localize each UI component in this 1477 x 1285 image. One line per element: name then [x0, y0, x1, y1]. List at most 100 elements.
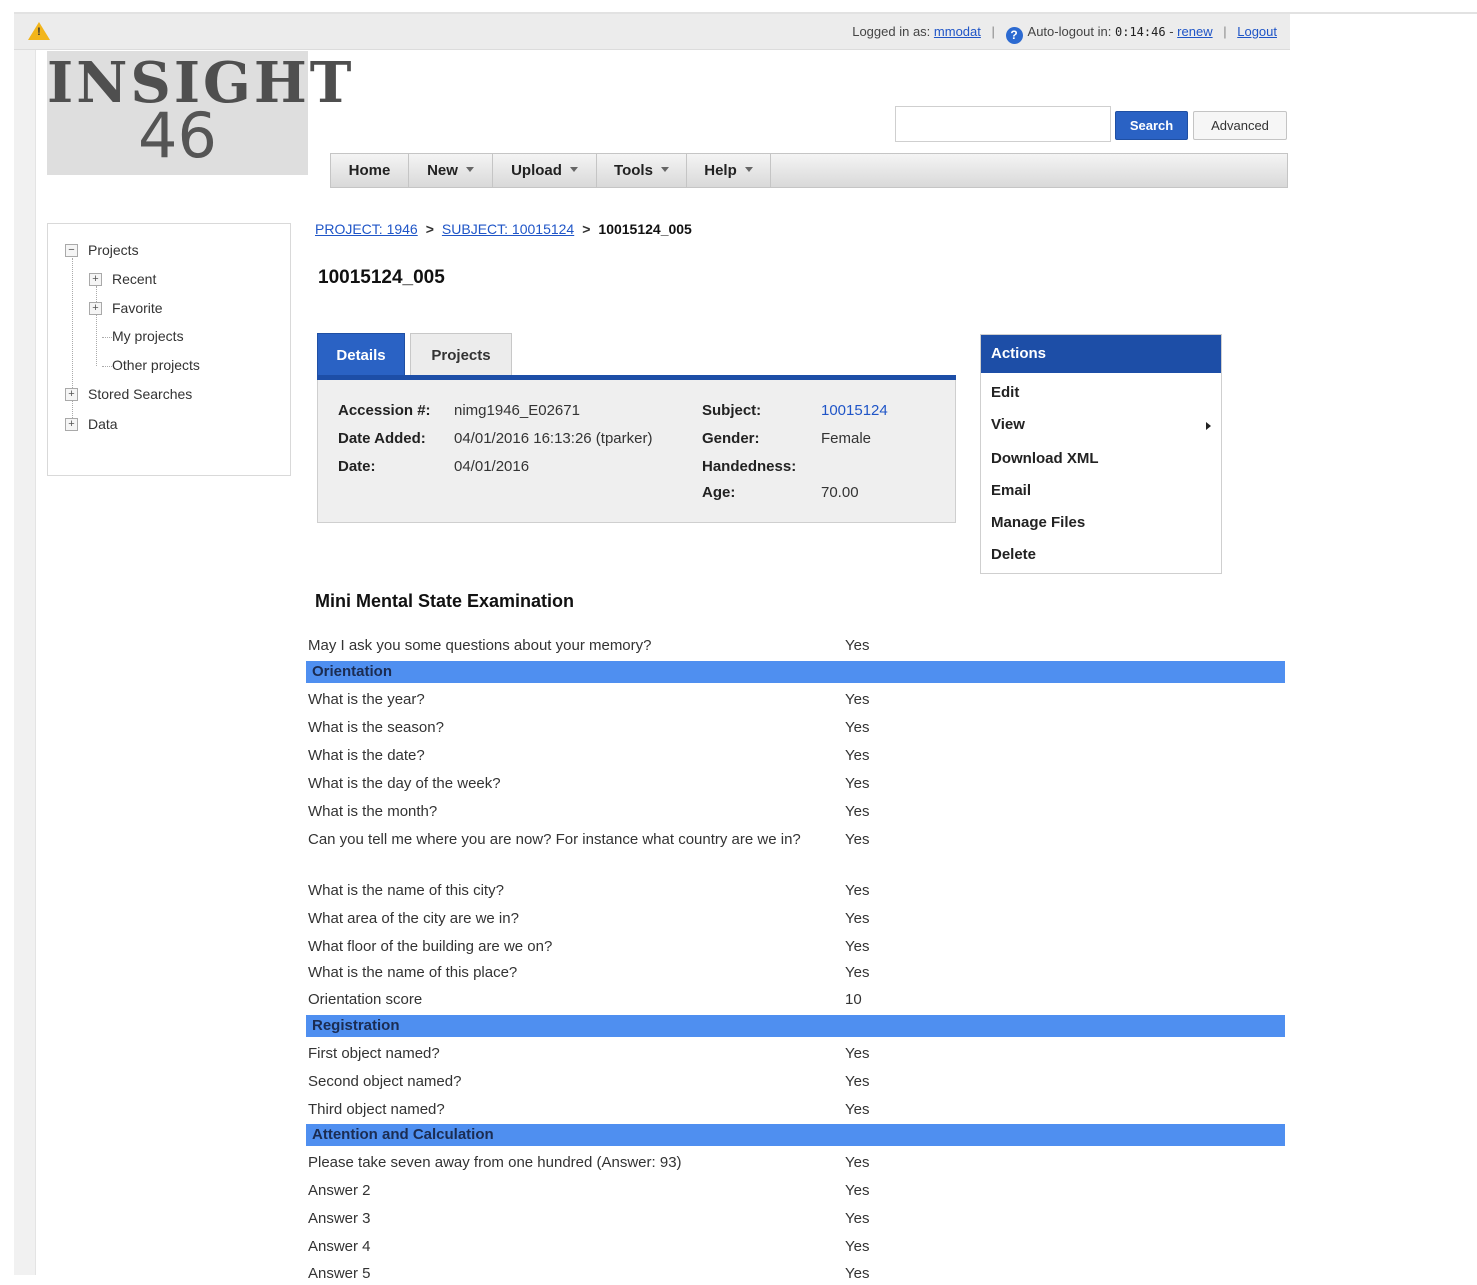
- nav-home[interactable]: Home: [331, 154, 409, 187]
- action-download-xml[interactable]: Download XML: [991, 450, 1099, 467]
- tree-line: [72, 258, 73, 430]
- tree-item-favorite[interactable]: Favorite: [112, 299, 163, 317]
- logout-link[interactable]: Logout: [1237, 24, 1277, 39]
- mmse-title: Mini Mental State Examination: [315, 591, 575, 611]
- mmse-answer: Yes: [845, 938, 870, 955]
- handedness-label: Handedness:: [702, 458, 797, 475]
- action-email[interactable]: Email: [991, 482, 1031, 499]
- mmse-answer: Yes: [845, 1238, 870, 1255]
- mmse-answer: Yes: [845, 831, 870, 848]
- warning-icon-mark: !: [37, 26, 41, 38]
- mmse-question: What is the year?: [308, 691, 425, 708]
- breadcrumb-subject-link[interactable]: SUBJECT: 10015124: [442, 221, 574, 237]
- expand-icon[interactable]: +: [65, 388, 78, 401]
- nav-home-label: Home: [348, 162, 391, 179]
- breadcrumb: PROJECT: 1946 > SUBJECT: 10015124 >10015124…: [315, 221, 692, 237]
- search-input[interactable]: [895, 106, 1111, 142]
- tree-item-stored-searches[interactable]: Stored Searches: [88, 385, 192, 403]
- action-edit[interactable]: Edit: [991, 384, 1019, 401]
- nav-new-label: New: [427, 162, 458, 179]
- actions-title: Actions: [981, 335, 1221, 373]
- page-left-gutter: [14, 14, 36, 1275]
- mmse-question: Answer 5: [308, 1265, 371, 1282]
- tree-item-recent[interactable]: Recent: [112, 270, 156, 288]
- chevron-down-icon: [569, 167, 578, 172]
- mmse-question: What area of the city are we in?: [308, 910, 519, 927]
- username-link[interactable]: mmodat: [934, 24, 981, 39]
- mmse-question: What is the month?: [308, 803, 438, 820]
- mmse-question: Please take seven away from one hundred …: [308, 1154, 682, 1171]
- chevron-right-icon: [1206, 422, 1211, 430]
- advanced-search-button[interactable]: Advanced: [1193, 111, 1287, 140]
- mmse-answer: Yes: [845, 775, 870, 792]
- tree-line: [102, 366, 112, 367]
- age-label: Age:: [702, 484, 736, 501]
- insight46-logo[interactable]: INSIGHT 46: [47, 51, 351, 175]
- mmse-answer: Yes: [845, 1154, 870, 1171]
- renew-link[interactable]: renew: [1177, 24, 1212, 39]
- tab-projects[interactable]: Projects: [410, 333, 512, 377]
- session-status: Logged in as: mmodat | ? Auto-logout in: …: [852, 24, 1277, 44]
- tree-item-other-projects[interactable]: Other projects: [112, 356, 200, 374]
- expand-icon[interactable]: +: [89, 302, 102, 315]
- chevron-down-icon: [744, 167, 753, 172]
- autologout-label: Auto-logout in:: [1027, 24, 1112, 39]
- action-manage-files[interactable]: Manage Files: [991, 514, 1085, 531]
- dash: -: [1169, 24, 1174, 39]
- tree-line: [102, 337, 112, 338]
- expand-icon[interactable]: +: [65, 418, 78, 431]
- mmse-answer: Yes: [845, 719, 870, 736]
- tree-item-data[interactable]: Data: [88, 415, 118, 433]
- actions-menu: Actions Edit View Download XML Email Man…: [980, 334, 1222, 574]
- mmse-answer: Yes: [845, 1073, 870, 1090]
- date-added-label: Date Added:: [338, 430, 426, 447]
- mmse-answer: Yes: [845, 1045, 870, 1062]
- mmse-answer: Yes: [845, 964, 870, 981]
- mmse-answer: Yes: [845, 910, 870, 927]
- collapse-icon[interactable]: −: [65, 244, 78, 257]
- nav-help-label: Help: [704, 162, 737, 179]
- section-header-attention: Attention and Calculation: [306, 1124, 1285, 1146]
- date-value: 04/01/2016: [454, 458, 530, 475]
- mmse-answer: Yes: [845, 1101, 870, 1118]
- section-header-orientation: Orientation: [306, 661, 1285, 683]
- mmse-answer: Yes: [845, 747, 870, 764]
- mmse-answer: Yes: [845, 637, 870, 654]
- mmse-question: What is the season?: [308, 719, 444, 736]
- action-view[interactable]: View: [991, 416, 1025, 433]
- mmse-question: Second object named?: [308, 1073, 462, 1090]
- subject-label: Subject:: [702, 402, 762, 419]
- mmse-answer: Yes: [845, 882, 870, 899]
- page-title: 10015124_005: [318, 267, 445, 288]
- nav-tools[interactable]: Tools: [597, 154, 687, 187]
- tab-details[interactable]: Details: [317, 333, 405, 377]
- help-icon[interactable]: ?: [1005, 27, 1023, 44]
- expand-icon[interactable]: +: [89, 273, 102, 286]
- divider: |: [991, 24, 995, 39]
- divider: |: [1223, 24, 1227, 39]
- mmse-answer: Yes: [845, 1210, 870, 1227]
- date-added-value: 04/01/2016 16:13:26 (tparker): [454, 430, 653, 447]
- logged-in-label: Logged in as:: [852, 24, 931, 39]
- details-panel: Accession #: nimg1946_E02671 Date Added:…: [317, 380, 956, 523]
- nav-new[interactable]: New: [409, 154, 493, 187]
- age-value: 70.00: [821, 484, 859, 501]
- nav-upload[interactable]: Upload: [493, 154, 597, 187]
- subject-link[interactable]: 10015124: [821, 402, 888, 419]
- section-header-registration: Registration: [306, 1015, 1285, 1037]
- tree-line: [96, 286, 97, 366]
- gender-value: Female: [821, 430, 872, 447]
- gender-label: Gender:: [702, 430, 760, 447]
- accession-label: Accession #:: [338, 402, 431, 419]
- nav-help[interactable]: Help: [687, 154, 771, 187]
- breadcrumb-project-link[interactable]: PROJECT: 1946: [315, 221, 418, 237]
- tree-item-my-projects[interactable]: My projects: [112, 327, 184, 345]
- mmse-question: Answer 3: [308, 1210, 371, 1227]
- mmse-question: First object named?: [308, 1045, 440, 1062]
- search-button[interactable]: Search: [1115, 111, 1188, 140]
- mmse-answer: Yes: [845, 1265, 870, 1282]
- main-nav: Home New Upload Tools Help: [330, 153, 1288, 188]
- action-delete[interactable]: Delete: [991, 546, 1036, 563]
- mmse-question: What is the date?: [308, 747, 425, 764]
- tree-item-projects[interactable]: Projects: [88, 241, 139, 259]
